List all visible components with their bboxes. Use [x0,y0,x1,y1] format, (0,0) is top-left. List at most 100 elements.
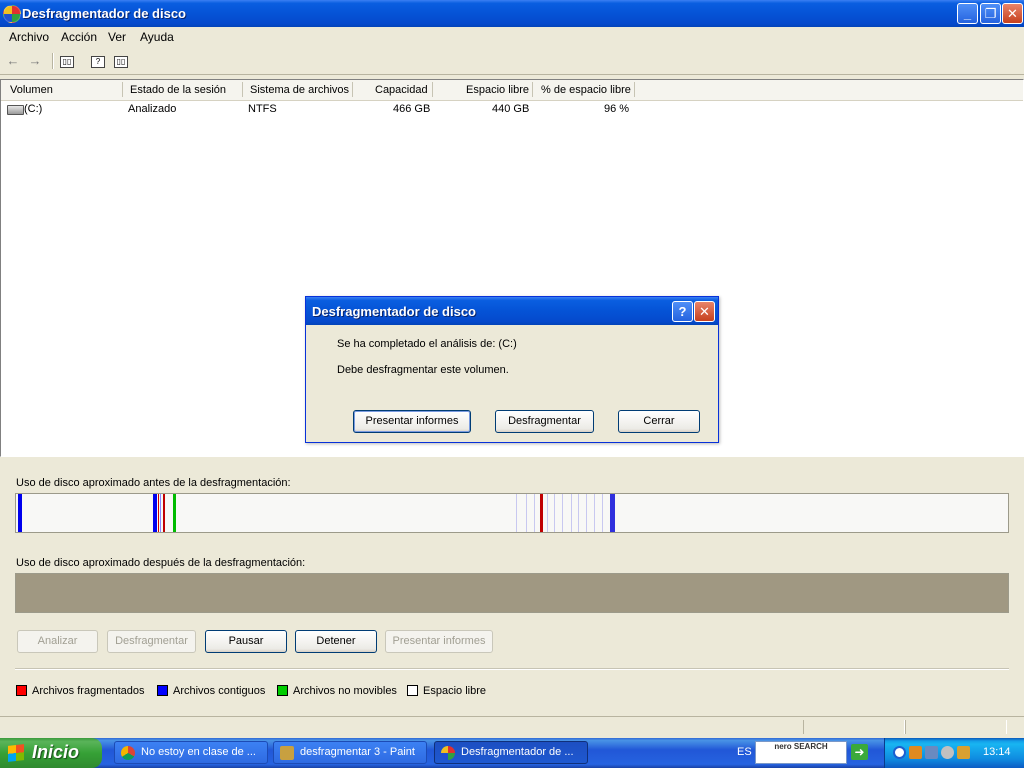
menu-ayuda[interactable]: Ayuda [140,30,174,44]
column-volumen[interactable]: Volumen [10,84,53,96]
taskbar: Inicio No estoy en clase de ... desfragm… [0,738,1024,768]
start-button[interactable]: Inicio [0,738,102,768]
defrag-app-icon [441,746,455,760]
dialog-title-bar[interactable]: Desfragmentador de disco ? ✕ [306,297,718,325]
before-usage-bar [15,493,1009,533]
contiguous-stripe [516,494,517,532]
presentar-informes-button[interactable]: Presentar informes [385,630,493,653]
cell-porcentaje: 96 % [604,103,630,115]
contiguous-stripe [594,494,595,532]
cell-libre: 440 GB [492,103,530,115]
fragmented-stripe [163,494,165,532]
contiguous-legend-swatch [157,685,168,696]
fragmented-legend-swatch [16,685,27,696]
cell-capacidad: 466 GB [393,103,431,115]
dialog-desfragmentar-button[interactable]: Desfragmentar [495,410,594,433]
after-usage-bar [15,573,1009,613]
menu-accion[interactable]: Acción [61,30,97,44]
status-segment [905,720,1007,734]
hard-drive-icon [7,105,24,115]
fragmented-stripe [158,494,159,532]
go-arrow-icon[interactable]: ➜ [851,744,868,760]
restore-button[interactable]: ❐ [980,3,1001,24]
window-title-bar[interactable]: Desfragmentador de disco _ ❐ ✕ [0,0,1024,27]
dialog-presentar-informes-button[interactable]: Presentar informes [353,410,471,433]
language-indicator[interactable]: ES [737,746,752,758]
menu-bar: Archivo Acción Ver Ayuda [0,27,1024,49]
cell-volumen: (C:) [24,103,43,115]
system-tray: 13:14 [884,738,1024,768]
show-hide-tree-icon[interactable]: ▯▯ [60,56,74,68]
unmovable-stripe [173,494,176,532]
free-space-legend-swatch [407,685,418,696]
toolbar: ← → ▯▯ ? ▯▯ [0,48,1024,75]
legend-contiguos: Archivos contiguos [173,685,266,697]
help-icon[interactable]: ? [672,301,693,322]
fragmented-stripe [540,494,543,532]
paint-icon [280,746,294,760]
unmovable-legend-swatch [277,685,288,696]
column-capacidad[interactable]: Capacidad [375,84,428,96]
back-arrow-icon[interactable]: ← [5,53,21,69]
contiguous-stripe [571,494,572,532]
contiguous-stripe [18,494,22,532]
close-button[interactable]: ✕ [1002,3,1023,24]
after-label: Uso de disco aproximado después de la de… [16,557,306,569]
analizar-button[interactable]: Analizar [17,630,98,653]
panel-divider [15,668,1009,670]
taskbar-item-paint[interactable]: desfragmentar 3 - Paint [273,741,427,764]
detener-button[interactable]: Detener [295,630,377,653]
nero-search-logo: nero SEARCH [774,742,828,751]
clock[interactable]: 13:14 [983,746,1011,758]
taskbar-item-label: No estoy en clase de ... [141,746,256,758]
contiguous-stripe [586,494,587,532]
legend-libre: Espacio libre [423,685,486,697]
cell-estado: Analizado [128,103,177,115]
start-label: Inicio [32,742,80,762]
properties-help-icon[interactable]: ? [91,56,105,68]
contiguous-stripe [153,494,157,532]
status-segment [803,720,905,734]
minimize-button[interactable]: _ [957,3,978,24]
contiguous-stripe [526,494,527,532]
desfragmentar-button[interactable]: Desfragmentar [107,630,196,653]
contiguous-stripe [578,494,579,532]
network-icon[interactable] [925,746,938,759]
contiguous-stripe [562,494,563,532]
pausar-button[interactable]: Pausar [205,630,287,653]
contiguous-stripe [534,494,535,532]
column-sistema[interactable]: Sistema de archivos [250,84,349,96]
toolbar-separator [52,53,54,69]
dialog-close-icon[interactable]: ✕ [694,301,715,322]
dialog-cerrar-button[interactable]: Cerrar [618,410,700,433]
column-porcentaje[interactable]: % de espacio libre [541,84,631,96]
taskbar-item-defrag[interactable]: Desfragmentador de ... [434,741,588,764]
legend-fragmentados: Archivos fragmentados [32,685,145,697]
legend-no-movibles: Archivos no movibles [293,685,397,697]
taskbar-item-chrome[interactable]: No estoy en clase de ... [114,741,268,764]
column-estado[interactable]: Estado de la sesión [130,84,226,96]
before-label: Uso de disco aproximado antes de la desf… [16,477,291,489]
security-icon[interactable] [957,746,970,759]
menu-ver[interactable]: Ver [108,30,126,44]
windows-logo-icon [8,744,24,762]
tray-app-icon[interactable] [909,746,922,759]
volume-icon[interactable] [941,746,954,759]
tray-collapse-icon[interactable] [893,746,906,759]
show-hide-panel-icon[interactable]: ▯▯ [114,56,128,68]
forward-arrow-icon[interactable]: → [27,53,43,69]
taskbar-item-label: desfragmentar 3 - Paint [300,746,415,758]
taskbar-item-label: Desfragmentador de ... [461,746,574,758]
dialog-message-analysis: Se ha completado el análisis de: (C:) [337,338,517,350]
chrome-icon [121,746,135,760]
menu-archivo[interactable]: Archivo [9,30,49,44]
defrag-app-icon [3,5,21,23]
dialog-title: Desfragmentador de disco [312,304,476,319]
contiguous-stripe [160,494,161,532]
window-title: Desfragmentador de disco [22,6,186,21]
nero-search-box[interactable]: nero SEARCH [755,741,847,764]
table-row[interactable]: (C:) Analizado NTFS 466 GB 440 GB 96 % [1,100,1023,118]
contiguous-stripe [602,494,603,532]
column-espacio-libre[interactable]: Espacio libre [466,84,529,96]
dialog-message-recommendation: Debe desfragmentar este volumen. [337,364,509,376]
